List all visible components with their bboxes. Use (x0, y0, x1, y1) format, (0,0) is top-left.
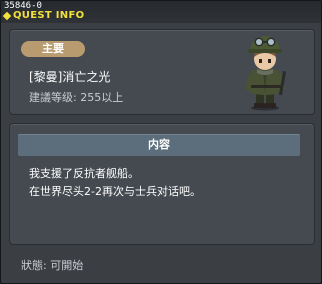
quest-info-window: 35846-0 QUEST INFO 主要 [黎曼]消亡之光 建議等级: 255… (0, 0, 322, 284)
quest-name: [黎曼]消亡之光 (29, 70, 111, 84)
quest-description-line: 我支援了反抗者舰船。 (29, 167, 139, 180)
soldier-npc-icon (245, 36, 287, 111)
title-diamond-icon (2, 11, 12, 21)
content-section-header: 内容 (18, 134, 300, 156)
quest-category-badge: 主要 (21, 41, 85, 57)
quest-description-line: 在世界尽头2-2再次与士兵对话吧。 (29, 185, 201, 198)
level-requirement: 建議等级: 255以上 (29, 91, 124, 104)
window-title: QUEST INFO (13, 10, 85, 21)
title-bar[interactable]: 35846-0 QUEST INFO (1, 1, 321, 23)
quest-status: 狀態: 可開始 (21, 259, 84, 272)
